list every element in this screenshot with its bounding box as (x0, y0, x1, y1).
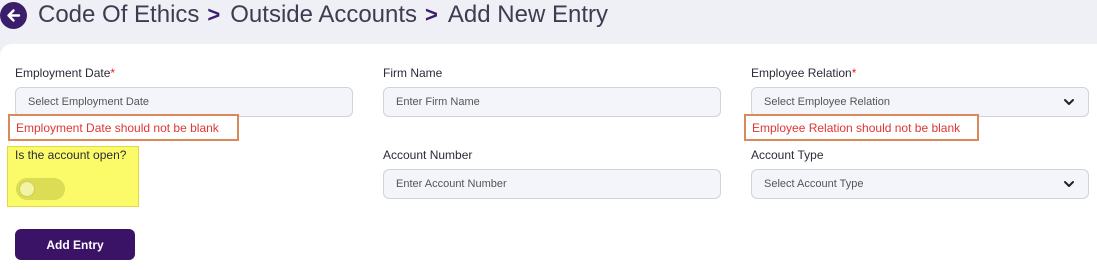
back-arrow-icon[interactable] (0, 2, 27, 29)
firm-name-placeholder: Enter Firm Name (396, 96, 480, 108)
employment-date-error-text: Employment Date should not be blank (16, 120, 219, 135)
account-number-placeholder: Enter Account Number (396, 178, 507, 190)
employment-date-input[interactable]: Select Employment Date (15, 87, 353, 117)
employee-relation-label: Employee Relation* (751, 66, 856, 80)
toggle-knob (19, 181, 35, 197)
breadcrumb-outside-accounts[interactable]: Outside Accounts (230, 1, 417, 29)
employee-relation-error: Employee Relation should not be blank (744, 114, 979, 141)
employment-date-placeholder: Select Employment Date (28, 96, 150, 108)
account-type-label: Account Type (751, 148, 824, 162)
employment-date-label: Employment Date* (15, 66, 115, 80)
account-type-select[interactable]: Select Account Type (751, 169, 1089, 199)
account-number-input[interactable]: Enter Account Number (383, 169, 721, 199)
employee-relation-error-text: Employee Relation should not be blank (752, 120, 961, 135)
entry-form-card: Employment Date* Select Employment Date … (0, 44, 1097, 270)
employee-relation-selected: Select Employee Relation (764, 96, 890, 108)
account-open-toggle[interactable] (16, 178, 65, 200)
account-open-label: Is the account open? (15, 148, 127, 162)
required-mark: * (110, 66, 116, 80)
employee-relation-select[interactable]: Select Employee Relation (751, 87, 1089, 117)
breadcrumb-code-of-ethics[interactable]: Code Of Ethics (38, 1, 199, 29)
breadcrumb-add-new-entry: Add New Entry (447, 1, 608, 28)
add-entry-button[interactable]: Add Entry (15, 229, 135, 260)
chevron-right-icon: > (425, 2, 438, 27)
account-number-label: Account Number (383, 148, 473, 162)
employee-relation-label-text: Employee Relation (751, 66, 852, 80)
page-header: Code Of Ethics > Outside Accounts > Add … (0, 0, 1097, 44)
chevron-right-icon: > (207, 2, 221, 27)
firm-name-input[interactable]: Enter Firm Name (383, 87, 721, 117)
breadcrumb: Code Of Ethics > Outside Accounts > Add … (38, 0, 608, 30)
employment-date-error: Employment Date should not be blank (8, 114, 239, 141)
chevron-down-icon (1064, 99, 1074, 105)
employment-date-label-text: Employment Date (15, 66, 111, 80)
firm-name-label: Firm Name (383, 66, 443, 80)
chevron-down-icon (1064, 181, 1074, 187)
required-mark: * (851, 66, 857, 80)
account-type-selected: Select Account Type (764, 178, 864, 190)
